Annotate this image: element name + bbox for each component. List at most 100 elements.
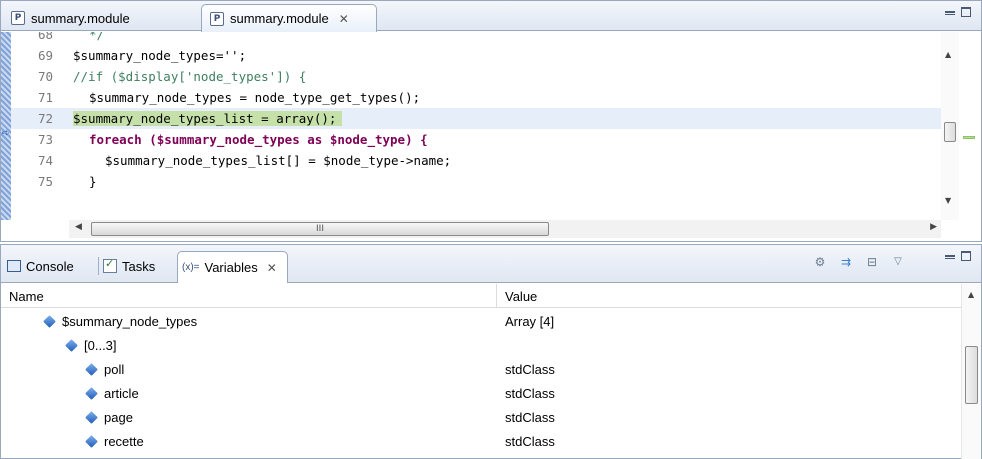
variable-icon (85, 386, 98, 400)
variable-icon (85, 410, 98, 424)
variable-value: stdClass (505, 361, 555, 377)
variable-name: poll (104, 361, 125, 377)
variable-name: [0...3] (84, 337, 117, 353)
tab-label: Console (26, 258, 74, 274)
current-line-marker[interactable] (963, 136, 975, 139)
tab-console[interactable]: Console (7, 253, 74, 279)
tab-label: summary.module (230, 11, 329, 26)
code-line[interactable]: 68 */ (11, 32, 941, 45)
tab-label: summary.module (31, 10, 130, 26)
editor-vertical-scrollbar[interactable]: ▲ ▼ (941, 32, 959, 220)
editor-horizontal-scrollbar[interactable]: ◀ III ▶ (69, 220, 941, 238)
php-file-icon: P (210, 11, 224, 26)
variable-name: page (104, 409, 133, 425)
variable-value: stdClass (505, 409, 555, 425)
code-token: $summary_node_types=''; (73, 48, 247, 63)
view-toolbar: ⚙ ⇉ ⊟ ▽ (813, 255, 905, 269)
variable-icon (85, 362, 98, 376)
variables-vertical-scrollbar[interactable]: ▲ (961, 284, 981, 459)
tab-label: Variables (204, 260, 258, 275)
scroll-grip: III (316, 224, 324, 234)
variable-icon (43, 314, 56, 328)
table-row[interactable]: article stdClass (1, 381, 961, 405)
line-number: 70 (37, 69, 53, 84)
overview-ruler[interactable] (959, 32, 981, 220)
table-row[interactable]: [0...3] (1, 333, 961, 357)
code-line[interactable]: 73 foreach ($summary_node_types as $node… (11, 129, 941, 150)
scroll-right-icon[interactable]: ▶ (930, 222, 937, 232)
code-line[interactable]: 70 //if ($display['node_types']) { (11, 66, 941, 87)
variables-tree: $summary_node_types Array [4] [0...3] po… (1, 309, 961, 453)
code-line-current[interactable]: 72 $summary_node_types_list = array(); (11, 108, 941, 129)
variable-icon (65, 338, 78, 352)
tab-variables[interactable]: (x)= Variables ✕ (177, 251, 288, 283)
scroll-up-icon[interactable]: ▲ (968, 290, 974, 299)
code-line[interactable]: 75 } (11, 171, 941, 192)
line-number: 69 (37, 48, 53, 63)
minimize-icon[interactable] (945, 255, 955, 259)
code-text: $summary_node_types=''; (57, 48, 246, 63)
tab-separator (98, 257, 99, 275)
variable-value: stdClass (505, 385, 555, 401)
tab-label: Tasks (122, 258, 156, 274)
line-number: 75 (37, 174, 53, 189)
variable-name: article (104, 385, 139, 401)
variables-icon: (x)= (182, 262, 200, 273)
code-line[interactable]: 69 $summary_node_types=''; (11, 45, 941, 66)
code-text: foreach ($summary_node_types as $node_ty… (89, 132, 428, 147)
table-row[interactable]: poll stdClass (1, 357, 961, 381)
column-header-value[interactable]: Value (497, 284, 961, 308)
variable-value: Array [4] (505, 313, 555, 329)
code-comment: //if ($display['node_types']) { (73, 69, 307, 84)
code-text: $summary_node_types_list[] = $node_type-… (105, 153, 452, 168)
table-row[interactable]: recette stdClass (1, 429, 961, 453)
variable-value: stdClass (505, 433, 555, 449)
code-text: */ (89, 32, 105, 42)
view-menu-icon[interactable]: ▽ (891, 255, 905, 269)
minimize-icon[interactable] (945, 11, 955, 15)
table-row[interactable]: $summary_node_types Array [4] (1, 309, 961, 333)
line-number: 72 (37, 111, 53, 126)
scroll-thumb[interactable] (944, 122, 956, 142)
maximize-icon[interactable] (961, 251, 971, 261)
maximize-icon[interactable] (961, 7, 971, 17)
code-text: $summary_node_types = node_type_get_type… (89, 90, 421, 105)
code-text: } (89, 174, 97, 189)
scroll-thumb[interactable]: III (91, 222, 549, 236)
show-logical-structure-icon[interactable]: ⇉ (839, 255, 853, 269)
variables-table-header: Name Value (1, 284, 961, 308)
code-text-highlighted: $summary_node_types_list = array(); (73, 111, 343, 126)
php-editor: P summary.module P summary.module ✕ 68 *… (0, 0, 982, 242)
editor-tab-summary-module-1[interactable]: P summary.module (3, 5, 193, 31)
scroll-left-icon[interactable]: ◀ (75, 222, 82, 232)
code-area[interactable]: 68 */ 69 $summary_node_types=''; 70 //if… (1, 32, 981, 220)
editor-tab-summary-module-2[interactable]: P summary.module ✕ (201, 4, 377, 32)
console-icon (7, 260, 21, 272)
scroll-down-icon[interactable]: ▼ (945, 196, 951, 205)
editor-window-controls (945, 7, 971, 17)
variables-view: Console Tasks (x)= Variables ✕ ⚙ ⇉ ⊟ ▽ N… (0, 244, 982, 459)
variable-icon (85, 434, 98, 448)
line-number: 68 (37, 32, 53, 42)
view-window-controls (945, 251, 971, 261)
scroll-up-icon[interactable]: ▲ (945, 50, 951, 59)
scroll-thumb[interactable] (965, 346, 978, 404)
line-number: 74 (37, 153, 53, 168)
tasks-icon (103, 257, 117, 273)
close-icon[interactable]: ✕ (339, 12, 349, 26)
php-file-icon: P (11, 11, 25, 25)
tab-tasks[interactable]: Tasks (103, 253, 155, 279)
line-number: 71 (37, 90, 53, 105)
column-header-name[interactable]: Name (1, 284, 497, 308)
show-type-names-icon[interactable]: ⚙ (813, 255, 827, 269)
table-row[interactable]: page stdClass (1, 405, 961, 429)
debug-pointer-icon: ➪ (1, 128, 11, 139)
breakpoint-gutter[interactable] (1, 32, 11, 220)
variable-name: recette (104, 433, 144, 449)
close-icon[interactable]: ✕ (267, 261, 277, 275)
view-tab-bar: Console Tasks (x)= Variables ✕ ⚙ ⇉ ⊟ ▽ (1, 245, 981, 283)
code-line[interactable]: 74 $summary_node_types_list[] = $node_ty… (11, 150, 941, 171)
editor-tab-bar: P summary.module P summary.module ✕ (1, 1, 981, 32)
collapse-all-icon[interactable]: ⊟ (865, 255, 879, 269)
code-line[interactable]: 71 $summary_node_types = node_type_get_t… (11, 87, 941, 108)
